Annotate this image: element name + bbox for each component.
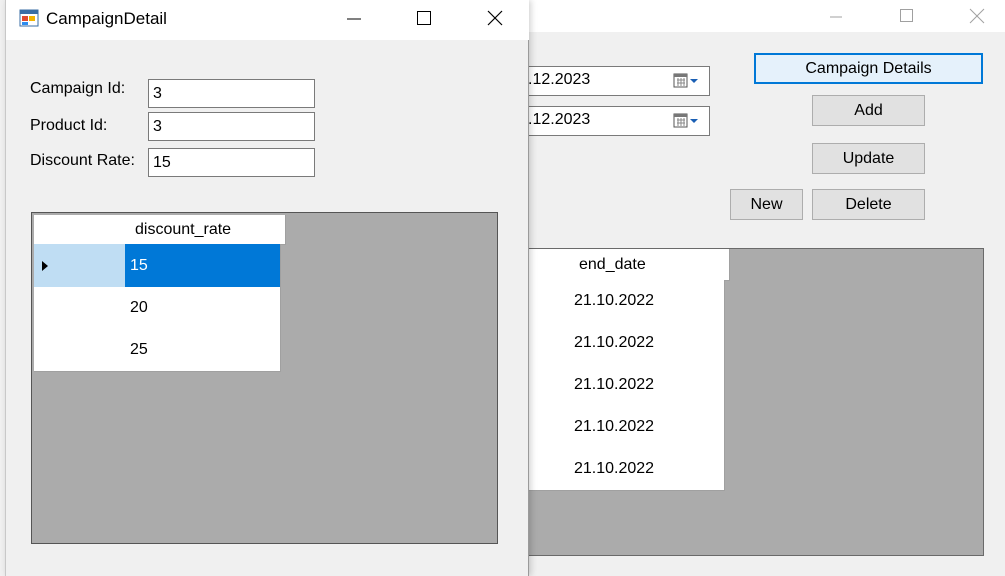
close-icon	[487, 10, 503, 26]
end-date-picker[interactable]: .12.2023	[519, 106, 710, 136]
campaign-id-field[interactable]: 3	[148, 79, 315, 108]
campaign-detail-window: CampaignDetail Campaign Id: 3 Product Id…	[5, 0, 529, 576]
start-date-value: .12.2023	[528, 71, 591, 88]
calendar-dropdown-icon	[673, 113, 698, 128]
minimize-button[interactable]	[813, 0, 859, 32]
campaign-detail-titlebar: CampaignDetail	[6, 0, 529, 40]
end-date-cell[interactable]: 21.10.2022	[569, 406, 725, 449]
product-id-label: Product Id:	[30, 117, 108, 134]
campaign-details-button[interactable]: Campaign Details	[754, 53, 983, 84]
discount-rate-field[interactable]: 15	[148, 148, 315, 177]
discount-rate-cell[interactable]: 20	[125, 287, 281, 330]
calendar-dropdown-icon	[673, 73, 698, 88]
table-row[interactable]	[34, 329, 126, 372]
close-icon	[969, 8, 985, 24]
minimize-icon	[347, 18, 361, 20]
add-button[interactable]: Add	[812, 95, 925, 126]
end-date-cell[interactable]: 21.10.2022	[569, 364, 725, 407]
window-title: CampaignDetail	[46, 9, 167, 28]
app-form-icon	[19, 9, 39, 27]
update-button[interactable]: Update	[812, 143, 925, 174]
discount-grid[interactable]: discount_rate 15 20 25	[31, 212, 498, 544]
row-header-selected[interactable]	[34, 244, 126, 288]
discount-rate-label: Discount Rate:	[30, 152, 135, 169]
minimize-button[interactable]	[331, 0, 377, 36]
product-id-field[interactable]: 3	[148, 112, 315, 141]
maximize-button[interactable]	[883, 0, 929, 32]
maximize-button[interactable]	[401, 0, 447, 36]
grid-header-cell	[34, 215, 126, 245]
delete-button[interactable]: Delete	[812, 189, 925, 220]
campaign-id-label: Campaign Id:	[30, 80, 126, 97]
campaigns-grid[interactable]: end_date 21.10.2022 21.10.2022 21.10.202…	[519, 248, 984, 556]
close-button[interactable]	[954, 0, 1000, 32]
main-window: .12.2023 .12.2023 Campaign Details Add U…	[519, 0, 1005, 576]
minimize-icon	[830, 16, 842, 18]
current-row-arrow-icon	[42, 260, 48, 271]
discount-rate-cell-selected[interactable]: 15	[125, 244, 281, 288]
end-date-value: .12.2023	[528, 111, 591, 128]
close-button[interactable]	[472, 0, 518, 36]
start-date-picker[interactable]: .12.2023	[519, 66, 710, 96]
end-date-cell[interactable]: 21.10.2022	[569, 322, 725, 365]
table-row[interactable]	[34, 287, 126, 330]
maximize-icon	[417, 11, 431, 25]
main-window-titlebar	[529, 0, 1005, 32]
maximize-icon	[900, 9, 913, 22]
discount-rate-cell[interactable]: 25	[125, 329, 281, 372]
new-button[interactable]: New	[730, 189, 803, 220]
column-header-discount-rate[interactable]: discount_rate	[125, 215, 286, 245]
column-header-end-date[interactable]: end_date	[569, 249, 730, 281]
end-date-cell[interactable]: 21.10.2022	[569, 448, 725, 491]
end-date-cell[interactable]: 21.10.2022	[569, 280, 725, 323]
